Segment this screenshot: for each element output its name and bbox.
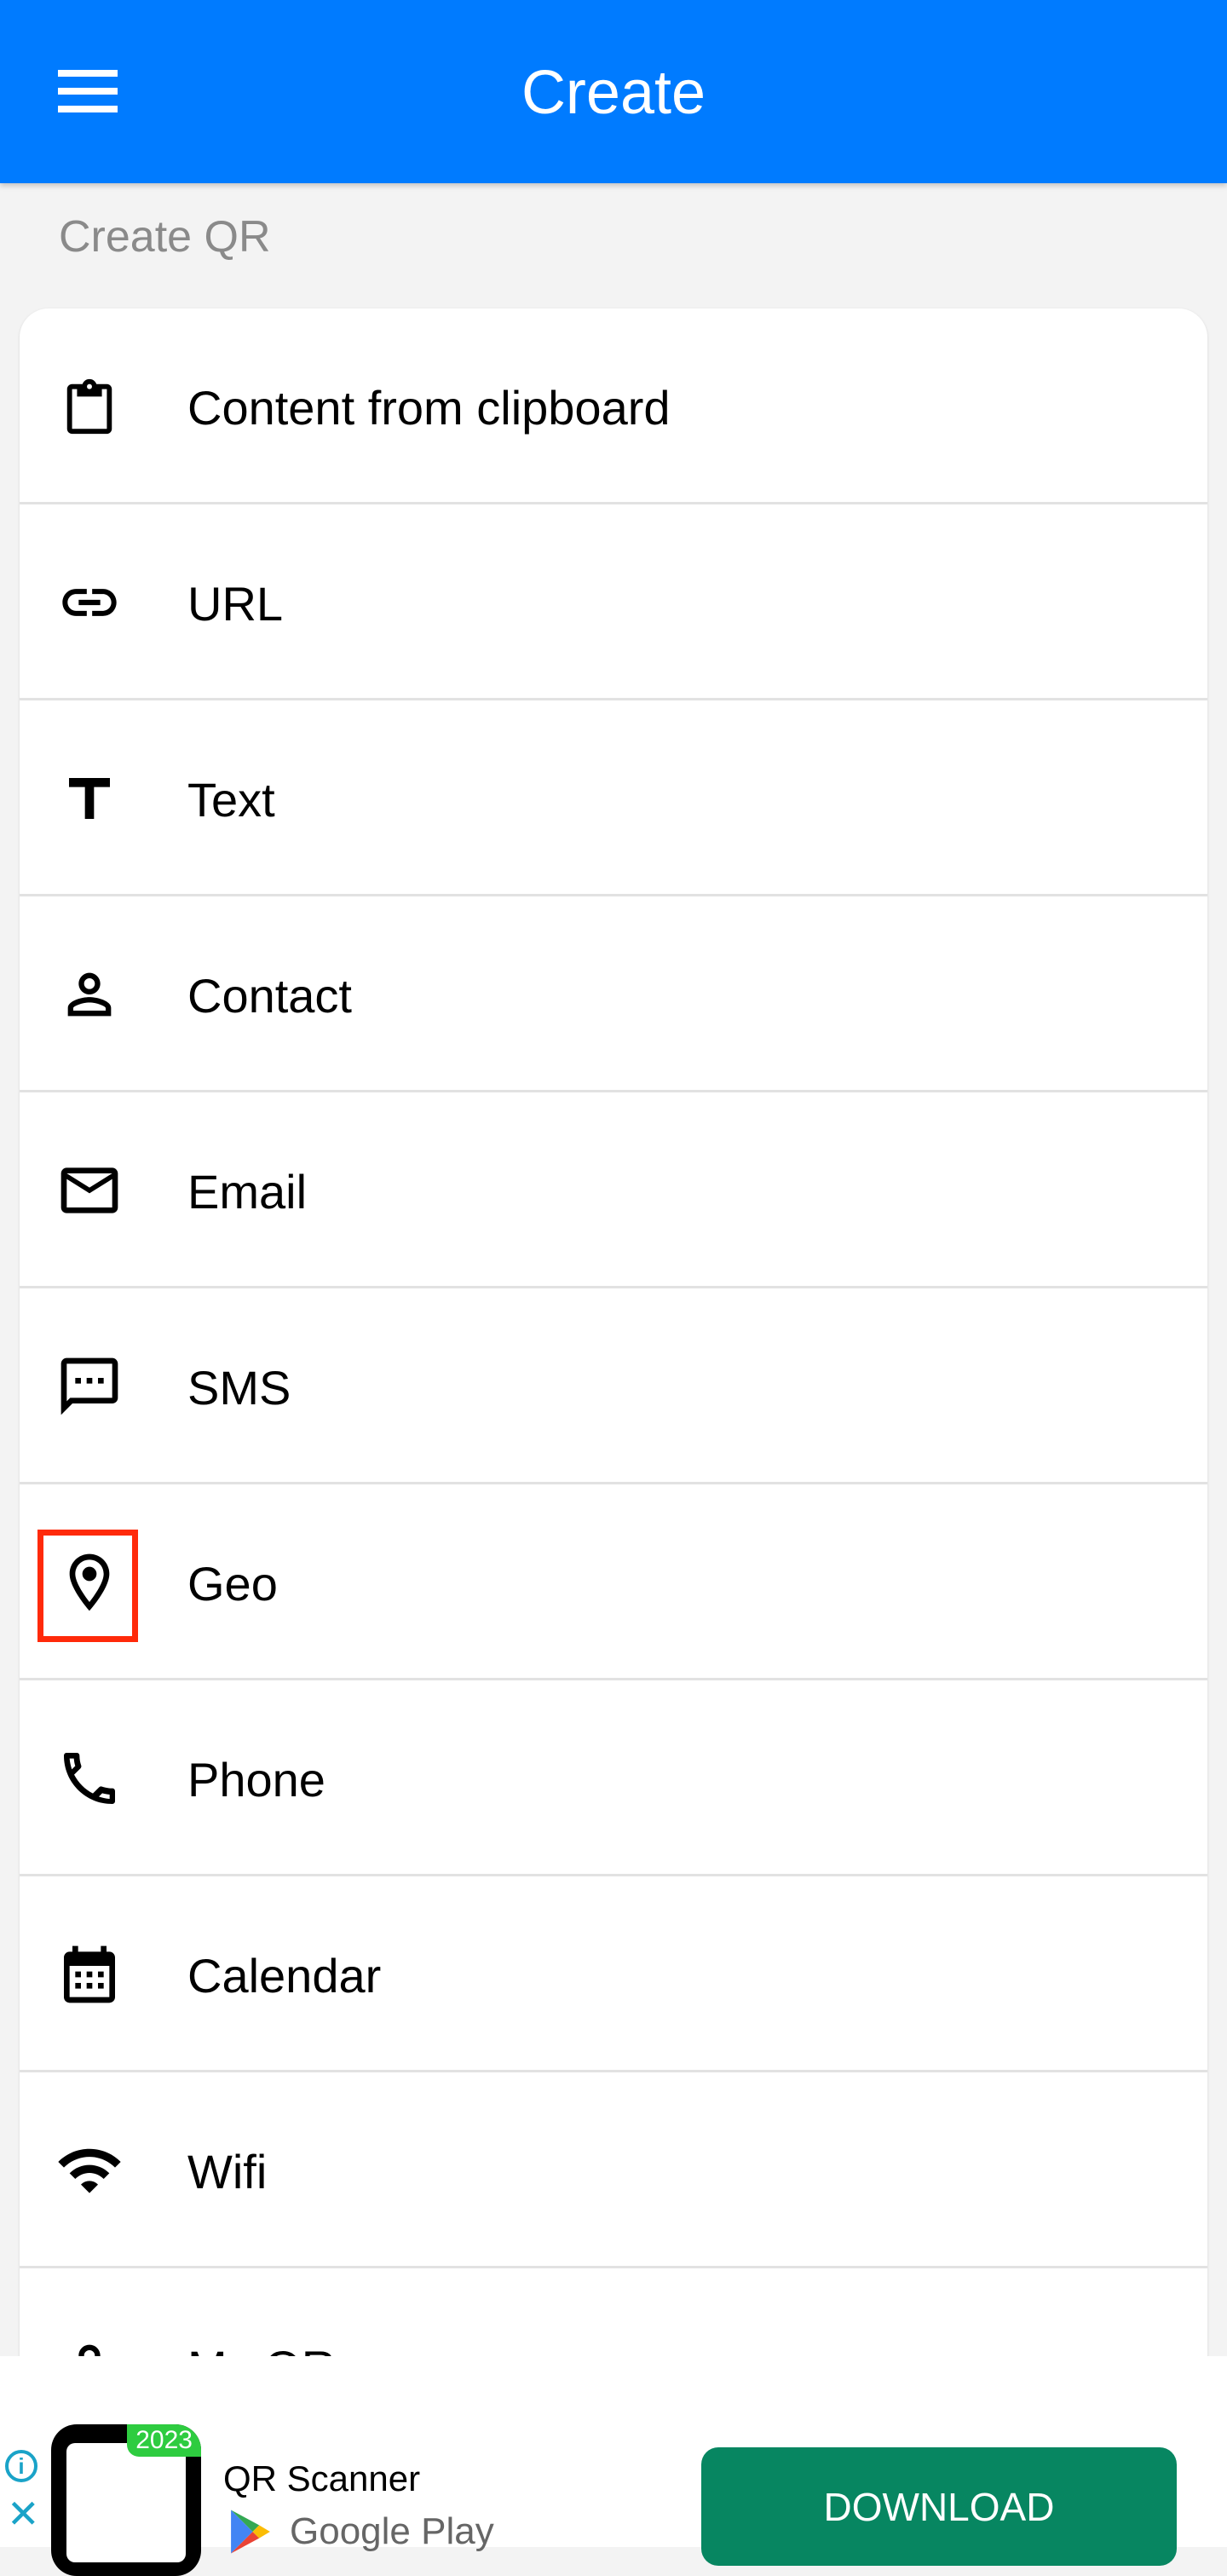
list-item-phone[interactable]: Phone xyxy=(20,1680,1207,1876)
text-icon xyxy=(55,764,124,833)
create-options-list: Content from clipboard URL Text Contact … xyxy=(20,308,1207,2439)
item-label: SMS xyxy=(187,1361,291,1415)
download-button[interactable]: DOWNLOAD xyxy=(701,2447,1177,2566)
item-label: Content from clipboard xyxy=(187,381,671,435)
link-icon xyxy=(55,568,124,637)
person-icon xyxy=(55,960,124,1029)
item-label: Contact xyxy=(187,969,352,1023)
ad-close-icon[interactable]: ✕ xyxy=(7,2494,40,2533)
year-badge: 2023 xyxy=(127,2424,201,2457)
list-item-text[interactable]: Text xyxy=(20,700,1207,896)
email-icon xyxy=(55,1156,124,1225)
google-play-icon xyxy=(231,2510,270,2554)
calendar-icon xyxy=(55,1940,124,2008)
page-title: Create xyxy=(521,59,706,127)
ad-app-name: QR Scanner xyxy=(223,2458,421,2498)
item-label: Text xyxy=(187,773,275,827)
app-bar: Create xyxy=(0,0,1227,183)
list-item-email[interactable]: Email xyxy=(20,1092,1207,1288)
sms-icon xyxy=(55,1352,124,1421)
list-item-url[interactable]: URL xyxy=(20,504,1207,700)
phone-icon xyxy=(55,1744,124,1812)
list-item-contact[interactable]: Contact xyxy=(20,896,1207,1092)
list-item-clipboard[interactable]: Content from clipboard xyxy=(20,308,1207,504)
section-label: Create QR xyxy=(59,212,271,262)
qr-app-icon: 2023 xyxy=(51,2424,201,2576)
google-play-badge: Google Play xyxy=(228,2508,494,2556)
list-item-sms[interactable]: SMS xyxy=(20,1288,1207,1484)
list-item-geo[interactable]: Geo xyxy=(20,1484,1207,1680)
list-item-wifi[interactable]: Wifi xyxy=(20,2072,1207,2268)
item-label: Wifi xyxy=(187,2145,268,2199)
item-label: Email xyxy=(187,1165,308,1219)
item-label: Calendar xyxy=(187,1949,382,2003)
location-pin-icon xyxy=(55,1548,124,1616)
clipboard-icon xyxy=(55,372,124,441)
ad-banner[interactable]: 2023 QR Scanner Google Play DOWNLOAD i ✕ xyxy=(0,2356,1227,2576)
list-item-calendar[interactable]: Calendar xyxy=(20,1876,1207,2072)
ad-info-icon[interactable]: i xyxy=(5,2450,37,2482)
item-label: Phone xyxy=(187,1753,325,1807)
item-label: Geo xyxy=(187,1557,278,1611)
item-label: URL xyxy=(187,577,284,631)
wifi-icon xyxy=(55,2136,124,2204)
